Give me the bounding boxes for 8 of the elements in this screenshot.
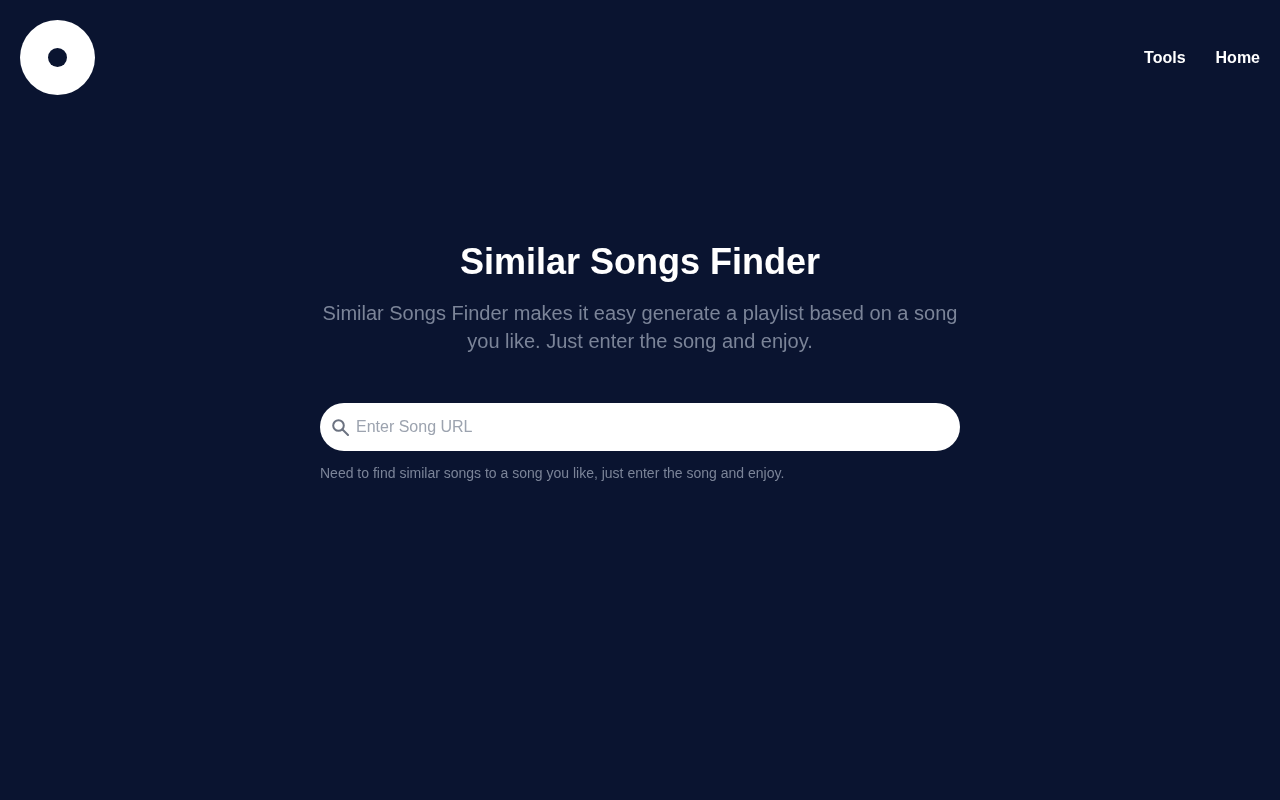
nav-link[interactable]: Tools	[1144, 47, 1186, 68]
search-field[interactable]: Enter Song URL	[320, 403, 960, 451]
page-subtitle: Similar Songs Finder makes it easy generate a playlist based on a song you like. Just enter the song and enjoy.	[321, 301, 959, 354]
helper-text: Need to find similar songs to a song you like, just enter the song and enjoy.	[320, 464, 786, 483]
search-icon	[332, 419, 349, 436]
logo-icon[interactable]	[20, 20, 95, 95]
nav-link[interactable]: Home	[1215, 47, 1260, 68]
page-title: Similar Songs Finder	[458, 240, 822, 284]
